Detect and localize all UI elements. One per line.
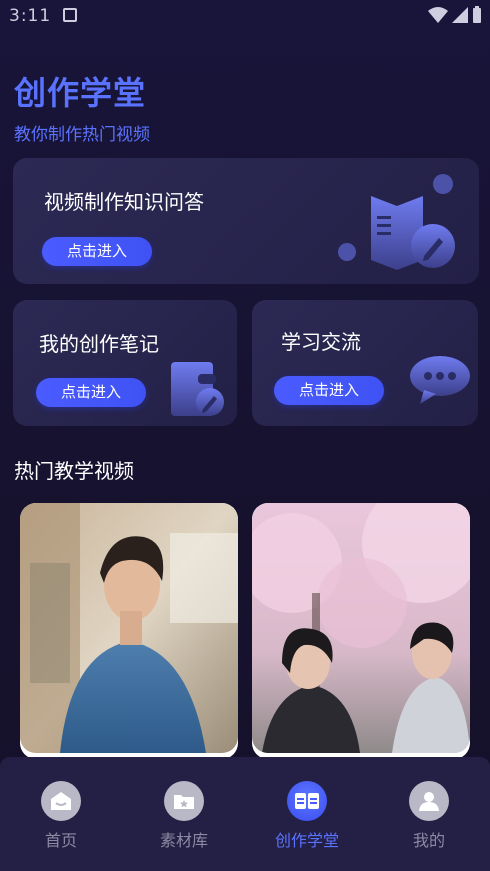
folder-star-icon: [164, 781, 204, 821]
exchange-card-title: 学习交流: [281, 330, 361, 354]
bottom-nav: 首页 素材库 创作学堂 我的: [0, 757, 490, 871]
exchange-enter-button[interactable]: 点击进入: [274, 376, 384, 405]
nav-label-library: 素材库: [159, 831, 208, 850]
notification-icon: [63, 8, 77, 22]
nav-label-profile: 我的: [412, 831, 445, 850]
nav-label-academy: 创作学堂: [274, 831, 339, 850]
notes-card-title: 我的创作笔记: [39, 332, 159, 356]
nav-item-home[interactable]: 首页: [11, 781, 111, 851]
page-subtitle: 教你制作热门视频: [14, 125, 150, 145]
home-icon: [41, 781, 81, 821]
qa-card-title: 视频制作知识问答: [44, 190, 204, 214]
book-pencil-icon: [338, 174, 455, 270]
qa-enter-button[interactable]: 点击进入: [42, 237, 152, 266]
chat-bubble-icon: [410, 356, 470, 404]
status-bar: 3:11: [0, 0, 490, 32]
nav-item-profile[interactable]: 我的: [379, 781, 479, 851]
notebook-pencil-icon: [171, 362, 224, 416]
exchange-card[interactable]: 学习交流 点击进入: [252, 300, 478, 426]
video-thumbnail-2[interactable]: [252, 503, 470, 759]
nav-item-library[interactable]: 素材库: [134, 781, 234, 851]
wifi-icon: [428, 7, 448, 23]
video-image-2: [252, 503, 470, 753]
signal-icon: [452, 7, 468, 23]
nav-label-home: 首页: [44, 831, 77, 850]
nav-item-academy[interactable]: 创作学堂: [257, 781, 357, 851]
screen: 3:11 创作学堂 教你制作热门视频 视频制作知识问答 点击进入 我的创作笔记 …: [0, 0, 490, 871]
battery-icon: [473, 6, 481, 23]
status-time: 3:11: [9, 6, 52, 26]
notes-enter-button[interactable]: 点击进入: [36, 378, 146, 407]
video-image-1: [20, 503, 238, 753]
section-title: 热门教学视频: [14, 459, 134, 483]
notes-card[interactable]: 我的创作笔记 点击进入: [13, 300, 237, 426]
qa-card[interactable]: 视频制作知识问答 点击进入: [13, 158, 479, 284]
page-title: 创作学堂: [14, 74, 147, 112]
open-book-icon: [287, 781, 327, 821]
status-icons: [428, 6, 482, 24]
user-icon: [409, 781, 449, 821]
video-thumbnail-1[interactable]: [20, 503, 238, 759]
